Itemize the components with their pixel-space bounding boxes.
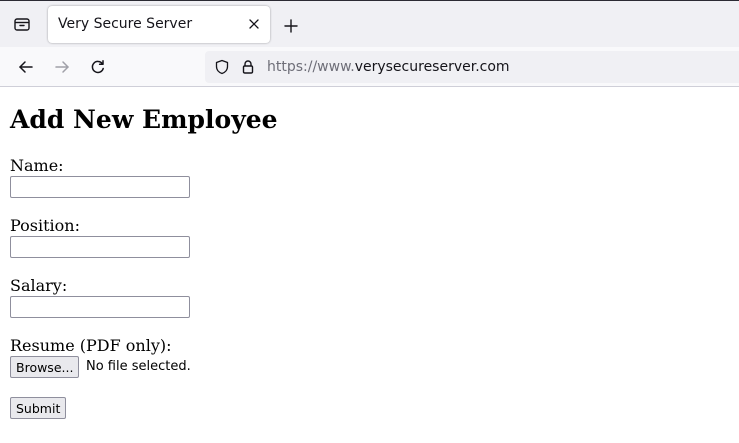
plus-icon xyxy=(284,19,298,33)
reload-button[interactable] xyxy=(84,53,112,81)
forward-arrow-icon xyxy=(54,59,70,75)
lock-icon[interactable] xyxy=(239,58,257,76)
browse-button[interactable]: Browse... xyxy=(10,356,80,378)
tab-list-button[interactable] xyxy=(8,10,36,38)
shield-icon[interactable] xyxy=(213,58,231,76)
nav-toolbar: https://www.verysecureserver.com xyxy=(0,47,739,87)
page-title: Add New Employee xyxy=(10,105,278,134)
file-status: No file selected. xyxy=(86,359,191,374)
position-input[interactable] xyxy=(10,236,190,258)
page-content: Add New Employee Name: Position: Salary:… xyxy=(0,87,739,443)
name-input[interactable] xyxy=(10,176,190,198)
close-icon[interactable] xyxy=(246,16,262,32)
back-arrow-icon xyxy=(18,59,34,75)
address-bar[interactable]: https://www.verysecureserver.com xyxy=(205,51,739,83)
new-tab-button[interactable] xyxy=(278,13,304,39)
name-label: Name: xyxy=(10,156,64,175)
forward-button[interactable] xyxy=(48,53,76,81)
tab-active[interactable]: Very Secure Server xyxy=(48,6,270,43)
url-host: verysecureserver.com xyxy=(354,59,510,75)
submit-button[interactable]: Submit xyxy=(10,397,67,419)
tab-title: Very Secure Server xyxy=(58,16,193,32)
url-scheme: https://www. xyxy=(267,59,355,75)
salary-input[interactable] xyxy=(10,296,190,318)
tab-strip: Very Secure Server xyxy=(0,0,739,47)
resume-label: Resume (PDF only): xyxy=(10,336,172,355)
position-label: Position: xyxy=(10,216,80,235)
salary-label: Salary: xyxy=(10,276,68,295)
reload-icon xyxy=(90,59,106,75)
browser-window: Very Secure Server https://www.verysecur… xyxy=(0,0,739,443)
tab-list-icon xyxy=(13,15,31,33)
back-button[interactable] xyxy=(12,53,40,81)
url-text: https://www.verysecureserver.com xyxy=(267,59,510,75)
